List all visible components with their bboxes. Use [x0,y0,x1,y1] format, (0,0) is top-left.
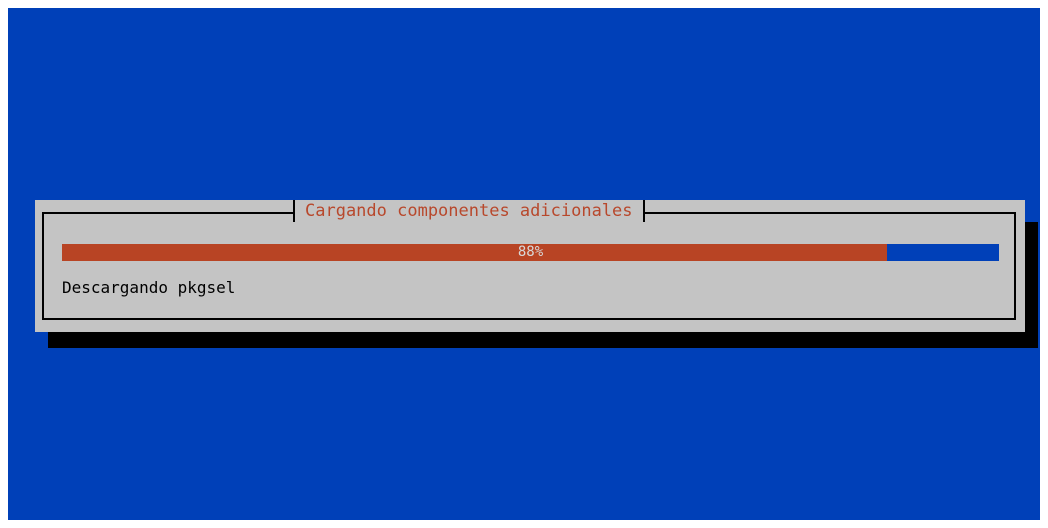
progress-percent-label: 88% [517,244,544,260]
installer-screen: Cargando componentes adicionales 88% Des… [8,8,1040,520]
progress-bar: 88% [62,244,999,261]
dialog-title: Cargando componentes adicionales [293,200,645,222]
status-text: Descargando pkgsel [62,278,236,297]
progress-dialog: Cargando componentes adicionales 88% Des… [35,200,1025,332]
dialog-frame [42,212,1016,320]
